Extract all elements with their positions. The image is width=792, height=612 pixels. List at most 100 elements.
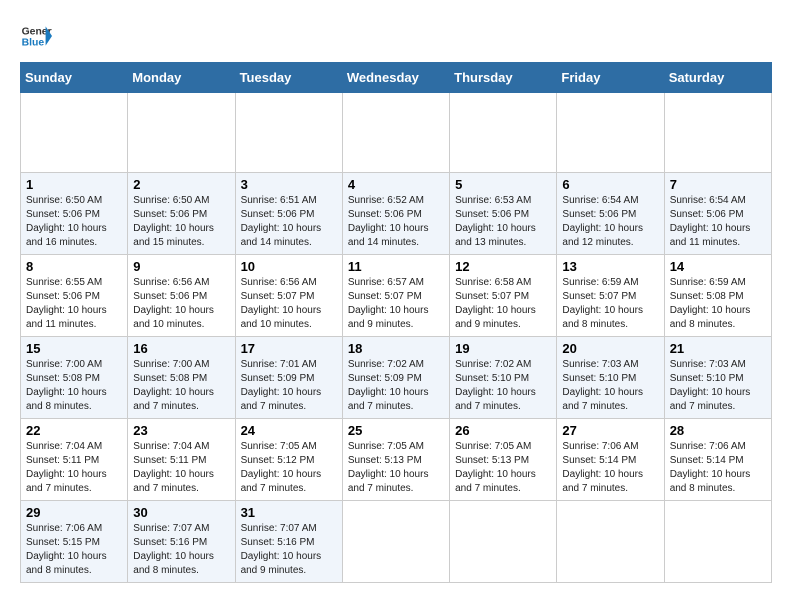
calendar-week-2: 8 Sunrise: 6:55 AM Sunset: 5:06 PM Daylig… [21, 255, 772, 337]
day-number: 31 [241, 505, 337, 520]
day-number: 3 [241, 177, 337, 192]
day-info: Sunrise: 6:52 AM Sunset: 5:06 PM Dayligh… [348, 194, 444, 250]
calendar-cell: 13Sunrise: 6:59 AM Sunset: 5:07 PM Dayli… [557, 255, 664, 337]
day-info: Sunrise: 7:06 AM Sunset: 5:14 PM Dayligh… [670, 440, 766, 496]
day-number: 19 [455, 341, 551, 356]
day-info: Sunrise: 7:04 AM Sunset: 5:11 PM Dayligh… [133, 440, 229, 496]
calendar-cell: 26 Sunrise: 7:05 AM Sunset: 5:13 PM Dayli… [450, 419, 557, 501]
calendar-cell [128, 93, 235, 173]
calendar-week-4: 22Sunrise: 7:04 AM Sunset: 5:11 PM Dayli… [21, 419, 772, 501]
day-info: Sunrise: 7:05 AM Sunset: 5:13 PM Dayligh… [455, 440, 551, 496]
calendar-cell: 3 Sunrise: 6:51 AM Sunset: 5:06 PM Daylig… [235, 173, 342, 255]
day-number: 28 [670, 423, 766, 438]
day-number: 23 [133, 423, 229, 438]
day-number: 10 [241, 259, 337, 274]
calendar-cell: 23 Sunrise: 7:04 AM Sunset: 5:11 PM Dayli… [128, 419, 235, 501]
day-info: Sunrise: 6:59 AM Sunset: 5:08 PM Dayligh… [670, 276, 766, 332]
day-info: Sunrise: 6:57 AM Sunset: 5:07 PM Dayligh… [348, 276, 444, 332]
calendar-cell [450, 93, 557, 173]
calendar-cell: 30 Sunrise: 7:07 AM Sunset: 5:16 PM Dayli… [128, 501, 235, 583]
calendar-cell: 21Sunrise: 7:03 AM Sunset: 5:10 PM Dayli… [664, 337, 771, 419]
day-info: Sunrise: 7:00 AM Sunset: 5:08 PM Dayligh… [26, 358, 122, 414]
calendar-cell [664, 501, 771, 583]
logo-icon: General Blue [20, 20, 52, 52]
calendar-cell: 6Sunrise: 6:54 AM Sunset: 5:06 PM Daylig… [557, 173, 664, 255]
day-number: 4 [348, 177, 444, 192]
day-info: Sunrise: 6:56 AM Sunset: 5:07 PM Dayligh… [241, 276, 337, 332]
day-info: Sunrise: 6:58 AM Sunset: 5:07 PM Dayligh… [455, 276, 551, 332]
calendar-cell: 7 Sunrise: 6:54 AM Sunset: 5:06 PM Daylig… [664, 173, 771, 255]
calendar-cell: 2Sunrise: 6:50 AM Sunset: 5:06 PM Daylig… [128, 173, 235, 255]
calendar-cell: 24 Sunrise: 7:05 AM Sunset: 5:12 PM Dayli… [235, 419, 342, 501]
calendar-cell [21, 93, 128, 173]
calendar-week-5: 29Sunrise: 7:06 AM Sunset: 5:15 PM Dayli… [21, 501, 772, 583]
day-number: 8 [26, 259, 122, 274]
calendar-cell: 31 Sunrise: 7:07 AM Sunset: 5:16 PM Dayli… [235, 501, 342, 583]
weekday-header-row: SundayMondayTuesdayWednesdayThursdayFrid… [21, 63, 772, 93]
day-number: 27 [562, 423, 658, 438]
calendar-cell: 4 Sunrise: 6:52 AM Sunset: 5:06 PM Daylig… [342, 173, 449, 255]
calendar-cell: 16Sunrise: 7:00 AM Sunset: 5:08 PM Dayli… [128, 337, 235, 419]
day-number: 14 [670, 259, 766, 274]
day-info: Sunrise: 7:05 AM Sunset: 5:13 PM Dayligh… [348, 440, 444, 496]
calendar-week-3: 15 Sunrise: 7:00 AM Sunset: 5:08 PM Dayli… [21, 337, 772, 419]
day-number: 9 [133, 259, 229, 274]
day-number: 12 [455, 259, 551, 274]
day-info: Sunrise: 7:03 AM Sunset: 5:10 PM Dayligh… [562, 358, 658, 414]
calendar-cell: 10 Sunrise: 6:56 AM Sunset: 5:07 PM Dayli… [235, 255, 342, 337]
weekday-header-thursday: Thursday [450, 63, 557, 93]
calendar-cell: 9 Sunrise: 6:56 AM Sunset: 5:06 PM Daylig… [128, 255, 235, 337]
day-number: 11 [348, 259, 444, 274]
day-number: 15 [26, 341, 122, 356]
weekday-header-saturday: Saturday [664, 63, 771, 93]
day-info: Sunrise: 7:01 AM Sunset: 5:09 PM Dayligh… [241, 358, 337, 414]
calendar-week-1: 1 Sunrise: 6:50 AM Sunset: 5:06 PM Daylig… [21, 173, 772, 255]
svg-text:Blue: Blue [22, 38, 45, 49]
day-number: 2 [133, 177, 229, 192]
calendar-cell [235, 93, 342, 173]
calendar-cell [450, 501, 557, 583]
day-info: Sunrise: 7:06 AM Sunset: 5:14 PM Dayligh… [562, 440, 658, 496]
day-number: 26 [455, 423, 551, 438]
day-info: Sunrise: 6:54 AM Sunset: 5:06 PM Dayligh… [562, 194, 658, 250]
weekday-header-sunday: Sunday [21, 63, 128, 93]
calendar-cell: 18Sunrise: 7:02 AM Sunset: 5:09 PM Dayli… [342, 337, 449, 419]
calendar-cell: 11 Sunrise: 6:57 AM Sunset: 5:07 PM Dayli… [342, 255, 449, 337]
day-info: Sunrise: 6:51 AM Sunset: 5:06 PM Dayligh… [241, 194, 337, 250]
day-info: Sunrise: 6:54 AM Sunset: 5:06 PM Dayligh… [670, 194, 766, 250]
day-info: Sunrise: 7:03 AM Sunset: 5:10 PM Dayligh… [670, 358, 766, 414]
day-number: 13 [562, 259, 658, 274]
day-number: 20 [562, 341, 658, 356]
day-info: Sunrise: 7:00 AM Sunset: 5:08 PM Dayligh… [133, 358, 229, 414]
weekday-header-friday: Friday [557, 63, 664, 93]
day-info: Sunrise: 7:07 AM Sunset: 5:16 PM Dayligh… [133, 522, 229, 578]
calendar-cell: 27 Sunrise: 7:06 AM Sunset: 5:14 PM Dayli… [557, 419, 664, 501]
day-info: Sunrise: 6:53 AM Sunset: 5:06 PM Dayligh… [455, 194, 551, 250]
day-number: 18 [348, 341, 444, 356]
day-number: 25 [348, 423, 444, 438]
calendar-cell: 19 Sunrise: 7:02 AM Sunset: 5:10 PM Dayli… [450, 337, 557, 419]
day-info: Sunrise: 6:56 AM Sunset: 5:06 PM Dayligh… [133, 276, 229, 332]
calendar-table: SundayMondayTuesdayWednesdayThursdayFrid… [20, 62, 772, 583]
day-info: Sunrise: 6:50 AM Sunset: 5:06 PM Dayligh… [26, 194, 122, 250]
calendar-cell [557, 501, 664, 583]
calendar-cell: 12 Sunrise: 6:58 AM Sunset: 5:07 PM Dayli… [450, 255, 557, 337]
day-number: 30 [133, 505, 229, 520]
calendar-body: 1 Sunrise: 6:50 AM Sunset: 5:06 PM Daylig… [21, 93, 772, 583]
day-info: Sunrise: 7:07 AM Sunset: 5:16 PM Dayligh… [241, 522, 337, 578]
weekday-header-tuesday: Tuesday [235, 63, 342, 93]
day-number: 5 [455, 177, 551, 192]
logo: General Blue [20, 20, 52, 52]
calendar-cell: 8 Sunrise: 6:55 AM Sunset: 5:06 PM Daylig… [21, 255, 128, 337]
day-number: 7 [670, 177, 766, 192]
calendar-cell: 22Sunrise: 7:04 AM Sunset: 5:11 PM Dayli… [21, 419, 128, 501]
day-info: Sunrise: 7:05 AM Sunset: 5:12 PM Dayligh… [241, 440, 337, 496]
day-number: 24 [241, 423, 337, 438]
day-info: Sunrise: 7:02 AM Sunset: 5:10 PM Dayligh… [455, 358, 551, 414]
day-info: Sunrise: 6:55 AM Sunset: 5:06 PM Dayligh… [26, 276, 122, 332]
weekday-header-monday: Monday [128, 63, 235, 93]
calendar-cell: 25 Sunrise: 7:05 AM Sunset: 5:13 PM Dayli… [342, 419, 449, 501]
day-number: 1 [26, 177, 122, 192]
weekday-header-wednesday: Wednesday [342, 63, 449, 93]
calendar-cell: 14 Sunrise: 6:59 AM Sunset: 5:08 PM Dayli… [664, 255, 771, 337]
